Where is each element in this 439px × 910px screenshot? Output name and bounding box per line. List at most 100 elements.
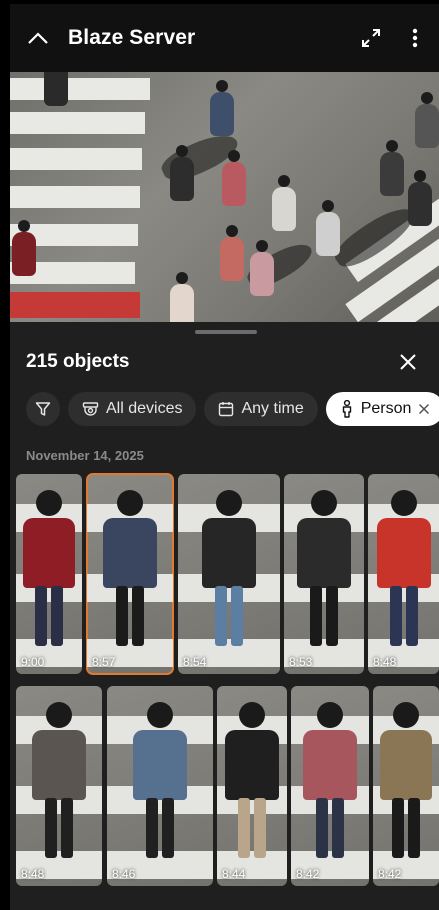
person-leg [316,798,328,858]
thumbnail-timestamp: 8:48 [21,867,45,881]
chip-label: Person [360,400,412,417]
chip-person[interactable]: Person [325,392,439,426]
person-body [303,730,357,800]
pedestrian [220,225,244,281]
chip-all-devices[interactable]: All devices [68,392,197,426]
object-thumbnail[interactable]: 8:53 [284,474,364,674]
person-leg [116,586,128,646]
pedestrian [415,92,439,148]
person-head [391,490,417,516]
expand-icon [362,29,380,47]
person-body [377,518,431,588]
person-leg [326,586,338,646]
crosswalk-stripe [10,112,145,134]
person-body [297,518,351,588]
pedestrian [380,140,404,196]
thumbnail-timestamp: 8:57 [92,655,116,669]
date-group-header: November 14, 2025 [26,448,144,463]
chip-label: All devices [106,400,183,417]
person-body [103,518,157,588]
person-leg [390,586,402,646]
person-head [147,702,173,728]
kebab-menu-icon [412,28,418,48]
drag-handle[interactable] [195,330,257,334]
person-leg [146,798,158,858]
person-head [393,702,419,728]
thumbnail-timestamp: 8:44 [222,867,246,881]
person-body [225,730,279,800]
person-leg [132,586,144,646]
thumbnail-timestamp: 8:48 [373,655,397,669]
person-leg [162,798,174,858]
person-leg [51,586,63,646]
person-body [32,730,86,800]
person-head [117,490,143,516]
person-head [46,702,72,728]
object-thumbnail[interactable]: 8:54 [178,474,280,674]
chevron-up-icon [28,32,48,44]
object-thumbnail[interactable]: 8:46 [107,686,213,886]
object-thumbnail[interactable]: 8:42 [373,686,439,886]
close-icon [400,354,416,370]
object-thumbnail[interactable]: 9:00 [16,474,82,674]
person-head [311,490,337,516]
person-leg [215,586,227,646]
person-body [23,518,75,588]
chip-label: Any time [241,400,304,417]
person-leg [332,798,344,858]
calendar-icon [219,402,234,417]
thumbnail-timestamp: 8:46 [112,867,136,881]
thumbnail-timestamp: 8:42 [378,867,402,881]
top-bar: Blaze Server [10,4,439,72]
person-head [216,490,242,516]
person-body [133,730,187,800]
page-title: Blaze Server [68,26,196,49]
fullscreen-button[interactable] [349,16,393,60]
object-thumbnail[interactable]: 8:48 [368,474,439,674]
pedestrian [44,72,68,106]
person-leg [231,586,243,646]
pedestrian [408,170,432,226]
sheet-header: 215 objects [26,342,426,382]
object-thumbnail[interactable]: 8:44 [217,686,287,886]
person-body [380,730,432,800]
close-button[interactable] [390,344,426,380]
filter-button[interactable] [26,392,60,426]
object-count: 215 objects [26,351,130,372]
red-road-marking [10,292,140,318]
person-head [317,702,343,728]
camera-icon [82,402,99,416]
object-thumbnail[interactable]: 8:48 [16,686,102,886]
crosswalk-stripe [10,148,142,170]
thumbnail-timestamp: 8:54 [183,655,207,669]
person-leg [35,586,47,646]
pedestrian [222,150,246,206]
person-icon [342,400,351,418]
collapse-button[interactable] [14,14,62,62]
chip-any-time[interactable]: Any time [204,392,318,426]
person-leg [310,586,322,646]
person-leg [61,798,73,858]
filter-icon [35,402,51,416]
pedestrian [316,200,340,256]
object-thumbnail[interactable]: 8:42 [291,686,369,886]
pedestrian [12,220,36,276]
remove-filter-icon[interactable] [418,403,430,415]
crosswalk-stripe [10,78,150,100]
filter-chips: All devices Any time Person [26,392,439,426]
person-leg [45,798,57,858]
pedestrian [250,240,274,296]
thumbnail-timestamp: 8:53 [289,655,313,669]
person-leg [238,798,250,858]
more-options-button[interactable] [393,16,437,60]
pedestrian [272,175,296,231]
object-thumbnail[interactable]: 8:57 [86,473,174,675]
person-body [202,518,256,588]
app-frame: Blaze Server 215 objects All devices Any… [10,4,439,910]
pedestrian [170,272,194,322]
camera-video-view[interactable] [10,72,439,322]
crosswalk-stripe [10,186,140,208]
thumbnail-timestamp: 8:42 [296,867,320,881]
person-leg [408,798,420,858]
person-leg [392,798,404,858]
